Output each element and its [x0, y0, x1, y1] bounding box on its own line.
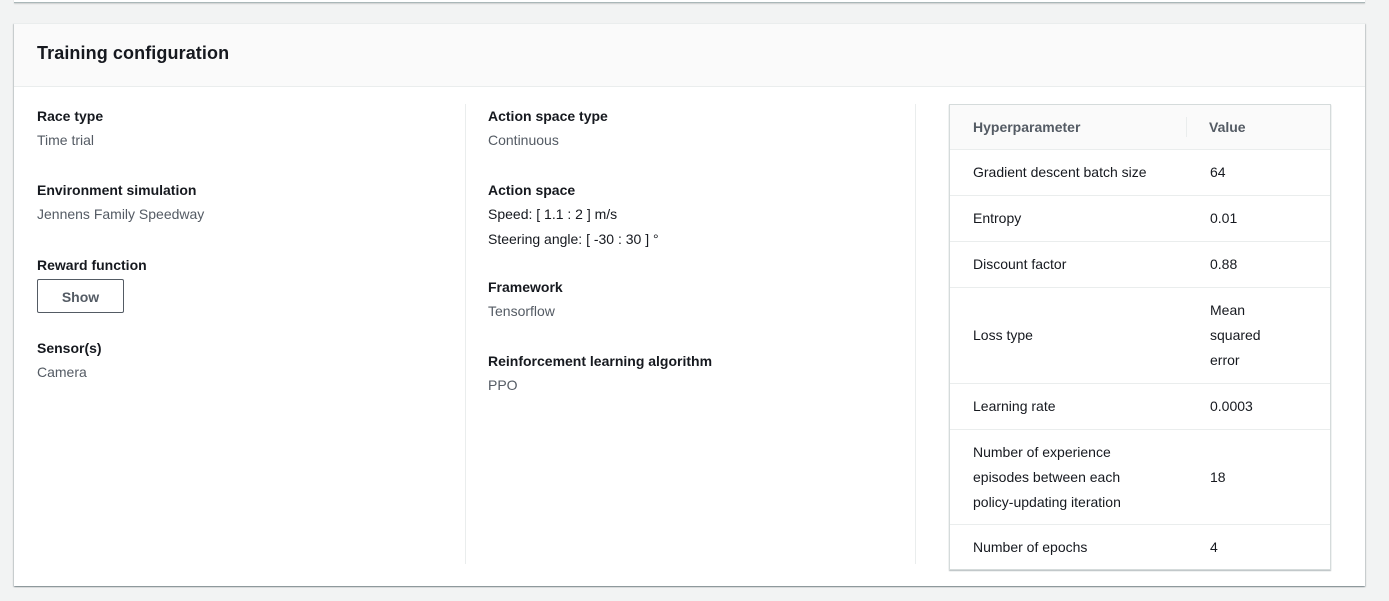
show-reward-function-button[interactable]: Show: [37, 279, 124, 313]
previous-card-edge: [14, 0, 1365, 3]
hyperparameter-value: 18: [1210, 468, 1226, 485]
hyperparameter-name: Learning rate: [973, 398, 1056, 414]
speed-range-value: Speed: [ 1.1 : 2 ] m/s: [488, 206, 618, 222]
column-divider: [465, 104, 466, 564]
rl-algorithm-field: Reinforcement learning algorithm PPO: [488, 349, 712, 398]
hyperparameter-value: 0.88: [1210, 256, 1238, 272]
reward-function-field: Reward function Show: [37, 253, 147, 313]
panel-title: Training configuration: [37, 43, 230, 63]
hyperparameter-name: Discount factor: [973, 256, 1067, 272]
environment-value: Jennens Family Speedway: [37, 206, 205, 222]
hyperparameter-name: Gradient descent batch size: [973, 164, 1147, 180]
action-space-type-field: Action space type Continuous: [488, 104, 608, 153]
framework-value: Tensorflow: [488, 303, 555, 319]
environment-label: Environment simulation: [37, 182, 197, 198]
table-row: Gradient descent batch size 64: [950, 150, 1330, 196]
framework-field: Framework Tensorflow: [488, 275, 563, 324]
hyperparameter-name: Number of epochs: [973, 538, 1088, 555]
framework-label: Framework: [488, 279, 563, 295]
hyperparameter-table: Hyperparameter Value Gradient descent ba…: [949, 104, 1331, 570]
reward-function-label: Reward function: [37, 257, 147, 273]
panel-header: Training configuration: [14, 24, 1365, 87]
hyperparameter-name: Loss type: [973, 327, 1033, 343]
table-row: Loss type Mean squared error: [950, 288, 1330, 384]
sensors-label: Sensor(s): [37, 340, 102, 356]
hyperparameter-value: 0.01: [1210, 210, 1238, 226]
action-space-label: Action space: [488, 182, 576, 198]
race-type-field: Race type Time trial: [37, 104, 103, 153]
rl-algorithm-value: PPO: [488, 377, 518, 393]
table-row: Entropy 0.01: [950, 196, 1330, 242]
action-space-type-value: Continuous: [488, 132, 559, 148]
steering-range-value: Steering angle: [ -30 : 30 ] °: [488, 231, 659, 247]
table-row: Discount factor 0.88: [950, 242, 1330, 288]
hyperparameter-value: Mean squared error: [1210, 302, 1261, 368]
hyperparameter-column-header: Hyperparameter: [950, 117, 1187, 137]
column-divider: [915, 104, 916, 564]
hyperparameter-value: 4: [1210, 538, 1218, 555]
race-type-value: Time trial: [37, 132, 95, 148]
hyperparameter-name: Entropy: [973, 210, 1022, 226]
action-space-type-label: Action space type: [488, 108, 608, 124]
environment-field: Environment simulation Jennens Family Sp…: [37, 178, 204, 227]
race-type-label: Race type: [37, 108, 104, 124]
action-space-field: Action space Speed: [ 1.1 : 2 ] m/s Stee…: [488, 178, 659, 252]
table-row: Number of epochs 4: [950, 525, 1330, 569]
table-header: Hyperparameter Value: [950, 105, 1330, 150]
rl-algorithm-label: Reinforcement learning algorithm: [488, 353, 713, 369]
hyperparameter-value: 64: [1210, 164, 1226, 180]
hyperparameter-name: Number of experience episodes between ea…: [973, 443, 1121, 510]
table-row: Number of experience episodes between ea…: [950, 430, 1330, 525]
value-column-header: Value: [1209, 119, 1246, 135]
training-configuration-panel: Training configuration Race type Time tr…: [14, 23, 1365, 586]
table-row: Learning rate 0.0003: [950, 384, 1330, 430]
sensors-field: Sensor(s) Camera: [37, 336, 102, 385]
sensors-value: Camera: [37, 364, 87, 380]
hyperparameter-value: 0.0003: [1210, 398, 1253, 414]
